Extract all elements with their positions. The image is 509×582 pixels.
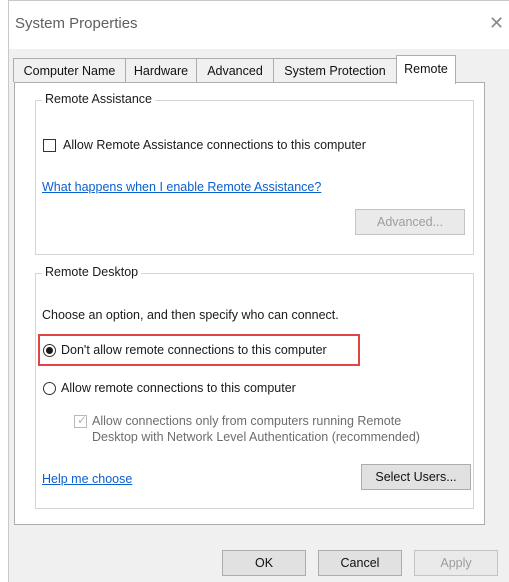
remote-assistance-help-link[interactable]: What happens when I enable Remote Assist… xyxy=(42,180,321,194)
remote-assistance-checkbox[interactable] xyxy=(43,139,56,152)
nla-label-line2[interactable]: Desktop with Network Level Authenticatio… xyxy=(92,430,420,444)
window-title: System Properties xyxy=(15,15,138,32)
remote-desktop-group-label: Remote Desktop xyxy=(42,265,142,279)
nla-checkbox[interactable]: ✓ xyxy=(74,413,88,428)
remote-desktop-group: Remote Desktop Choose an option, and the… xyxy=(35,265,474,509)
allow-radio-label[interactable]: Allow remote connections to this compute… xyxy=(61,381,296,395)
tab-strip: Computer Name Hardware Advanced System P… xyxy=(9,55,509,84)
close-icon[interactable]: ✕ xyxy=(489,14,504,32)
remote-tab-panel: Remote Assistance Allow Remote Assistanc… xyxy=(14,82,485,525)
tab-system-protection[interactable]: System Protection xyxy=(273,58,397,82)
remote-assistance-group-label: Remote Assistance xyxy=(42,92,155,106)
tab-advanced[interactable]: Advanced xyxy=(196,58,274,82)
dont-allow-radio[interactable] xyxy=(43,344,56,357)
nla-label-line1[interactable]: Allow connections only from computers ru… xyxy=(92,414,401,428)
remote-desktop-instruction: Choose an option, and then specify who c… xyxy=(42,308,339,322)
tab-hardware[interactable]: Hardware xyxy=(125,58,197,82)
remote-assistance-checkbox-label[interactable]: Allow Remote Assistance connections to t… xyxy=(63,138,366,152)
remote-assistance-group: Remote Assistance Allow Remote Assistanc… xyxy=(35,92,474,255)
tab-computer-name[interactable]: Computer Name xyxy=(13,58,126,82)
radio-selected-dot xyxy=(46,347,53,354)
select-users-button[interactable]: Select Users... xyxy=(361,464,471,490)
title-bar: System Properties ✕ xyxy=(9,1,509,49)
checkmark-icon: ✓ xyxy=(77,413,88,427)
dont-allow-radio-label[interactable]: Don't allow remote connections to this c… xyxy=(61,343,327,357)
apply-button[interactable]: Apply xyxy=(414,550,498,576)
help-me-choose-link[interactable]: Help me choose xyxy=(42,472,132,486)
allow-radio[interactable] xyxy=(43,382,56,395)
ok-button[interactable]: OK xyxy=(222,550,306,576)
system-properties-dialog: System Properties ✕ Computer Name Hardwa… xyxy=(8,0,509,582)
advanced-button[interactable]: Advanced... xyxy=(355,209,465,235)
tab-remote[interactable]: Remote xyxy=(396,55,456,84)
cancel-button[interactable]: Cancel xyxy=(318,550,402,576)
